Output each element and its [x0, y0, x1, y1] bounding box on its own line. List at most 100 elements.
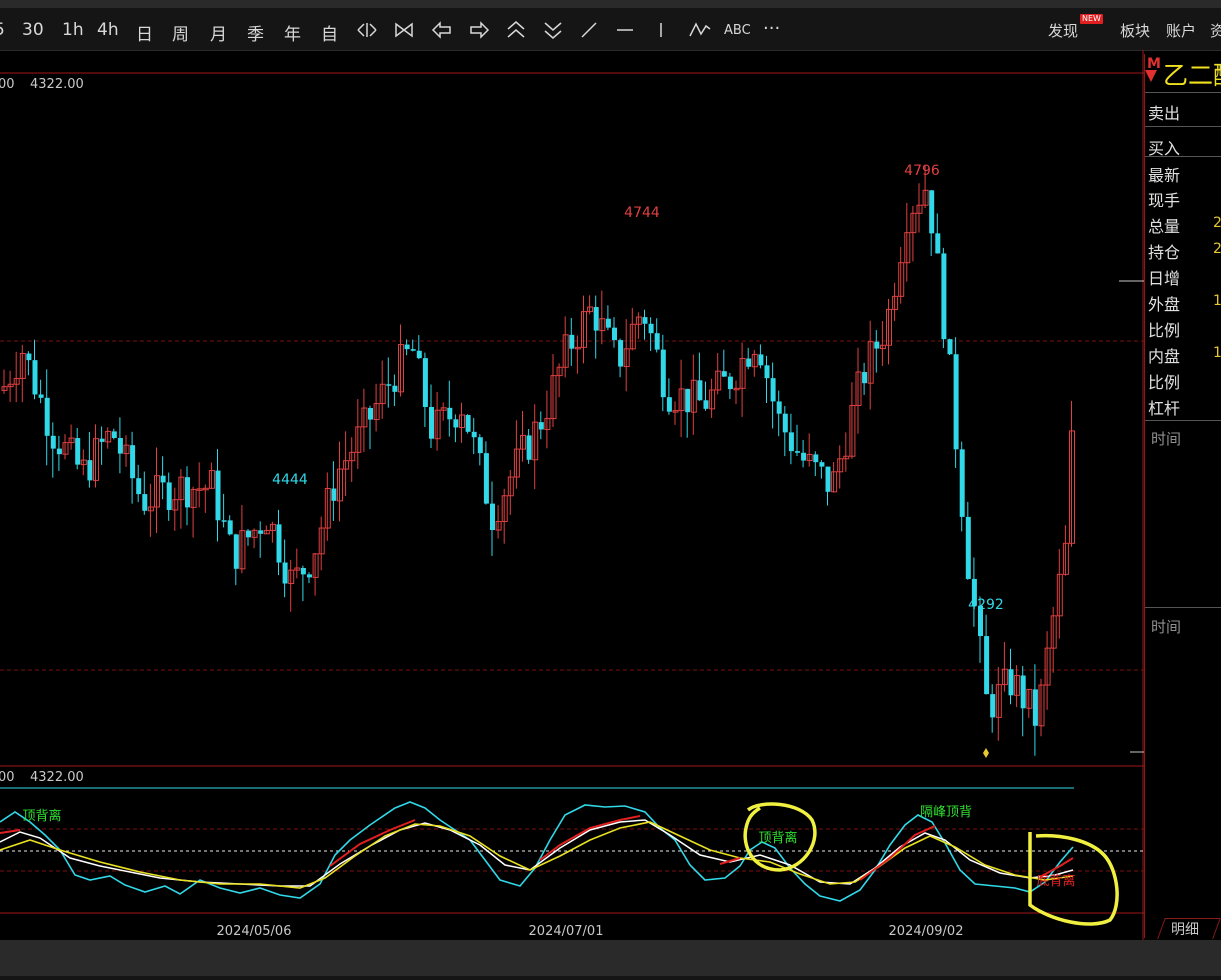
kline-chart[interactable]: 00 4322.00 00 4322.00 4744 4796 4444 429…	[0, 50, 1144, 940]
polyline-icon[interactable]	[688, 20, 712, 40]
period-1h-button[interactable]: 1h	[62, 20, 84, 40]
candle-body	[227, 520, 233, 535]
arrow-left-icon[interactable]	[431, 20, 453, 40]
candle-body	[258, 530, 264, 534]
candle-body	[703, 400, 709, 409]
horizontal-line-icon[interactable]	[614, 20, 636, 40]
candle-body	[185, 477, 190, 508]
candle-body	[965, 516, 971, 579]
candle-body	[300, 567, 306, 575]
candle-body	[56, 448, 62, 455]
candle-body	[795, 451, 800, 453]
candle-body	[666, 397, 672, 412]
candle-body	[99, 438, 105, 442]
candle-body	[276, 524, 282, 563]
stat-label: 比例	[1148, 373, 1181, 392]
divergence-label: 顶背离	[758, 830, 797, 846]
candle-body	[221, 520, 227, 522]
chevron-up-double-icon[interactable]	[505, 20, 527, 40]
discover-button[interactable]: 发现	[1048, 20, 1078, 41]
candle-body	[758, 354, 764, 366]
stat-label: 外盘	[1148, 295, 1181, 314]
main-price-prefix: 00	[0, 77, 15, 92]
stat-label: 比例	[1148, 321, 1181, 340]
low-label: 4444	[272, 472, 308, 488]
candle-body	[819, 462, 825, 467]
period-month-button[interactable]: 月	[210, 20, 227, 45]
period-day-button[interactable]: 日	[136, 20, 153, 45]
candlestick-group	[1, 164, 1075, 756]
more-icon[interactable]: ···	[763, 18, 780, 39]
stat-label: 持仓	[1148, 243, 1181, 262]
candle-body	[32, 360, 38, 395]
candle-body	[50, 435, 56, 449]
indicator-price-prefix: 00	[0, 770, 15, 785]
candle-body	[862, 372, 868, 384]
candle-body	[776, 401, 782, 414]
divergence-label: 顶背离	[22, 808, 61, 824]
candle-body	[307, 574, 312, 578]
candle-body	[685, 388, 691, 413]
candle-body	[593, 307, 599, 331]
candle-body	[874, 341, 880, 349]
x-axis-date-label: 2024/07/01	[529, 924, 604, 939]
stat-value: 1	[1213, 293, 1221, 309]
arrow-right-icon[interactable]	[468, 20, 490, 40]
candle-body	[447, 407, 453, 420]
stat-label: 现手	[1148, 191, 1181, 210]
candle-body	[160, 475, 166, 483]
stat-value: 2	[1213, 241, 1221, 257]
time-column-header: 时间	[1151, 430, 1182, 448]
candle-body	[727, 376, 733, 390]
account-button[interactable]: 账户	[1166, 20, 1196, 41]
candle-body	[166, 482, 172, 510]
arrows-expand-icon[interactable]	[356, 20, 378, 40]
divergence-label: 底背离	[1036, 873, 1075, 889]
diagonal-line-icon[interactable]	[578, 20, 600, 40]
tab-detail-label[interactable]: 明细	[1171, 919, 1199, 939]
vertical-line-icon[interactable]	[650, 20, 672, 40]
candle-body	[569, 334, 575, 349]
text-tool-icon[interactable]: ABC	[724, 23, 751, 38]
new-badge: NEW	[1080, 14, 1103, 24]
period-30m-button[interactable]: 30	[22, 20, 44, 40]
candle-body	[38, 394, 44, 398]
candle-body	[453, 419, 459, 428]
divider	[1145, 126, 1221, 127]
chevron-down-double-icon[interactable]	[542, 20, 564, 40]
status-strip	[0, 976, 1221, 980]
candle-body	[404, 344, 410, 350]
period-custom-button[interactable]: 自	[321, 20, 338, 45]
period-4h-button[interactable]: 4h	[97, 20, 119, 40]
candle-body	[929, 190, 935, 234]
divider	[1145, 420, 1221, 421]
period-quarter-button[interactable]: 季	[247, 20, 264, 45]
candle-body	[782, 413, 788, 433]
period-5m-button[interactable]: 5	[0, 20, 5, 40]
candle-body	[465, 414, 471, 432]
candle-body	[477, 437, 483, 454]
candle-body	[422, 358, 428, 408]
sector-button[interactable]: 板块	[1120, 20, 1150, 41]
indicator-price-tag: 4322.00	[30, 770, 84, 785]
candle-body	[648, 323, 654, 334]
high-label: 4744	[624, 205, 660, 221]
candle-body	[788, 432, 794, 452]
sell-label[interactable]: 卖出	[1148, 100, 1180, 124]
candle-body	[941, 253, 947, 340]
arrows-collapse-icon[interactable]	[393, 20, 415, 40]
divergence-label: 隔峰顶背	[920, 805, 972, 820]
indicator-red-line-series	[0, 815, 1074, 881]
candle-body	[26, 353, 32, 361]
candle-body	[825, 466, 831, 492]
candle-body	[1032, 689, 1038, 726]
candle-body	[130, 445, 136, 479]
candle-body	[111, 431, 117, 438]
candle-body	[697, 380, 703, 401]
period-year-button[interactable]: 年	[284, 20, 301, 45]
candle-body	[642, 317, 648, 324]
candle-body	[75, 438, 81, 465]
period-week-button[interactable]: 周	[172, 20, 189, 45]
info-button[interactable]: 资	[1210, 20, 1221, 41]
low-label: 4292	[968, 597, 1004, 613]
